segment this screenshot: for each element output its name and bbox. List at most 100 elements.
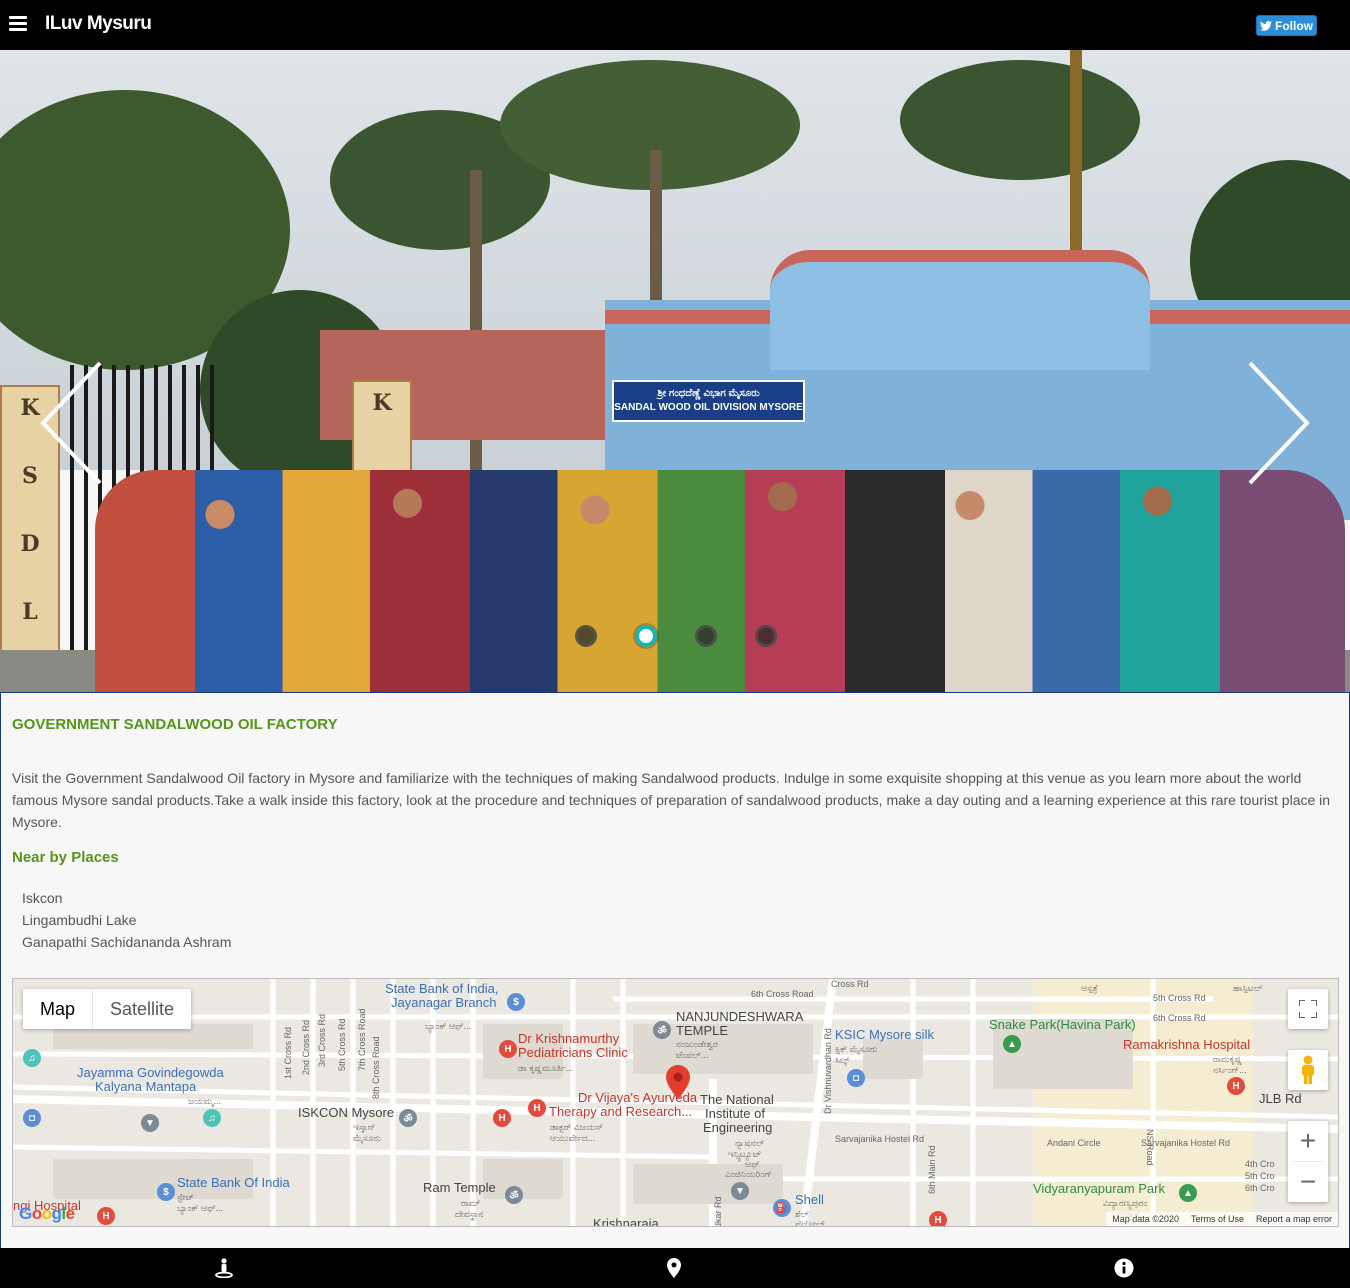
nearby-item[interactable]: Iskcon bbox=[22, 887, 231, 909]
street-view-pegman-button[interactable] bbox=[1288, 1050, 1328, 1090]
temple-icon[interactable]: ॐ bbox=[505, 1186, 523, 1204]
map-label: ಮೈಸೂರು bbox=[353, 1133, 381, 1143]
map-label[interactable]: Jayanagar Branch bbox=[391, 996, 497, 1010]
zoom-out-button[interactable]: − bbox=[1288, 1162, 1328, 1202]
temple-icon[interactable]: ॐ bbox=[653, 1021, 671, 1039]
place-title: GOVERNMENT SANDALWOOD OIL FACTORY bbox=[12, 716, 338, 733]
map-type-control: Map Satellite bbox=[23, 989, 192, 1029]
map-label[interactable]: TEMPLE bbox=[676, 1024, 728, 1038]
venue-icon[interactable]: ♫ bbox=[23, 1049, 41, 1067]
map-label: Sarvajanika Hostel Rd bbox=[835, 1134, 925, 1144]
info-circle-icon[interactable] bbox=[1112, 1256, 1136, 1280]
map-label[interactable]: ISKCON Mysore bbox=[298, 1106, 394, 1120]
map-label: 7th Cross Road bbox=[357, 1008, 367, 1071]
carousel-next-arrow-icon[interactable] bbox=[1245, 358, 1315, 488]
map-label[interactable]: Pediatricians Clinic bbox=[518, 1046, 628, 1060]
bank-icon[interactable]: $ bbox=[157, 1183, 175, 1201]
hospital-icon[interactable]: H bbox=[97, 1207, 115, 1225]
twitter-follow-button[interactable]: Follow bbox=[1256, 15, 1317, 36]
carousel-dot-3[interactable] bbox=[695, 625, 717, 647]
map-label: 6th Main Rd bbox=[927, 1145, 937, 1194]
venue-icon[interactable]: ♫ bbox=[203, 1109, 221, 1127]
carousel-dot-4[interactable] bbox=[755, 625, 777, 647]
factory-sign: ಶ್ರೀ ಗಂಧದೆಣ್ಣೆ ವಿಭಾಗ ಮೈಸೂರು SANDAL WOOD … bbox=[612, 380, 805, 422]
map-label[interactable]: The National bbox=[700, 1093, 774, 1107]
map-label[interactable]: Institute of bbox=[705, 1107, 765, 1121]
map-label[interactable]: Vidyaranyapuram Park bbox=[1033, 1182, 1165, 1196]
map-label[interactable]: State Bank of India, bbox=[385, 982, 498, 996]
nearby-item[interactable]: Ganapathi Sachidananda Ashram bbox=[22, 931, 231, 953]
map-label: ಜಯಮ್ಮ... bbox=[188, 1096, 221, 1106]
shopping-bag-icon[interactable]: ◘ bbox=[847, 1069, 865, 1087]
pegman-icon bbox=[1302, 1055, 1314, 1084]
map-label[interactable]: Engineering bbox=[703, 1121, 772, 1135]
nearby-list: Iskcon Lingambudhi Lake Ganapathi Sachid… bbox=[22, 887, 231, 953]
map-label: ಸಿಲ್ಕ್ bbox=[835, 1055, 850, 1065]
map-label: 8th Cross Road bbox=[371, 1036, 381, 1099]
bank-icon[interactable]: $ bbox=[507, 993, 525, 1011]
school-icon[interactable]: ▼ bbox=[141, 1114, 159, 1132]
map-data-credit: Map data ©2020 bbox=[1112, 1214, 1179, 1224]
carousel-indicators bbox=[575, 625, 777, 647]
park-icon[interactable]: ▲ bbox=[1179, 1184, 1197, 1202]
map-label[interactable]: State Bank Of India bbox=[177, 1176, 290, 1190]
photo-carousel[interactable]: K S D L K ಶ್ರೀ ಗಂಧದೆಣ್ಣೆ ವಿಭಾಗ ಮೈಸೂರು SA… bbox=[0, 50, 1350, 692]
location-pin-icon[interactable] bbox=[666, 1065, 690, 1099]
place-description: Visit the Government Sandalwood Oil fact… bbox=[12, 770, 1331, 830]
map-label: 5th Cross Rd bbox=[1153, 993, 1206, 1003]
map-footer: Map data ©2020 Terms of Use Report a map… bbox=[1106, 1212, 1338, 1226]
carousel-prev-arrow-icon[interactable] bbox=[35, 358, 105, 488]
person-pin-icon[interactable] bbox=[212, 1256, 236, 1280]
school-icon[interactable]: ▼ bbox=[731, 1182, 749, 1200]
map-label: 2nd Cross Rd bbox=[301, 1019, 311, 1075]
map-label[interactable]: Jayamma Govindegowda bbox=[77, 1066, 224, 1080]
top-bar: ILuv Mysuru Follow bbox=[0, 0, 1350, 50]
map-label[interactable]: Ram Temple bbox=[423, 1181, 496, 1195]
map-label: ಟೆಂಪಲ್... bbox=[676, 1050, 709, 1060]
map-terms-link[interactable]: Terms of Use bbox=[1191, 1214, 1244, 1224]
carousel-dot-2[interactable] bbox=[635, 625, 657, 647]
hospital-icon[interactable]: H bbox=[1227, 1077, 1245, 1095]
zoom-in-button[interactable]: + bbox=[1288, 1121, 1328, 1161]
map-label: ಆಸ್ಪತ್ರೆ bbox=[1081, 983, 1098, 993]
map-label: 3rd Cross Rd bbox=[317, 1013, 327, 1067]
temple-icon[interactable]: ॐ bbox=[399, 1109, 417, 1127]
map-label[interactable]: Ramakrishna Hospital bbox=[1123, 1038, 1250, 1052]
twitter-bird-icon bbox=[1260, 20, 1272, 31]
map-fullscreen-button[interactable] bbox=[1288, 989, 1328, 1029]
map-label[interactable]: Therapy and Research... bbox=[549, 1105, 692, 1119]
park-icon[interactable]: ▲ bbox=[1003, 1035, 1021, 1053]
gas-station-icon[interactable]: ⛽ bbox=[773, 1199, 791, 1217]
nearby-item[interactable]: Lingambudhi Lake bbox=[22, 909, 231, 931]
map-marker-icon[interactable] bbox=[662, 1256, 686, 1280]
map-type-satellite-button[interactable]: Satellite bbox=[93, 989, 191, 1029]
map-label: dkar Rd bbox=[713, 1196, 723, 1227]
shopping-bag-icon[interactable]: ◘ bbox=[23, 1109, 41, 1127]
hospital-icon[interactable]: H bbox=[493, 1109, 511, 1127]
map-label: Cross Rd bbox=[831, 979, 869, 989]
map-label: ಬ್ಯಾಂಕ್ ಆಫ್... bbox=[177, 1203, 224, 1213]
hamburger-menu-icon[interactable] bbox=[9, 16, 27, 32]
map-label[interactable]: Shell bbox=[795, 1193, 824, 1207]
map-label[interactable]: Kalyana Mantapa bbox=[95, 1080, 196, 1094]
google-logo[interactable]: Google bbox=[19, 1204, 75, 1224]
map-label: ಎಂಜಿನಿಯರಿಂಗ್ bbox=[725, 1169, 772, 1179]
place-details: GOVERNMENT SANDALWOOD OIL FACTORY Visit … bbox=[0, 692, 1350, 1248]
map-report-link[interactable]: Report a map error bbox=[1256, 1214, 1332, 1224]
hospital-icon[interactable]: H bbox=[528, 1099, 546, 1117]
map-label[interactable]: KSIC Mysore silk bbox=[835, 1028, 934, 1042]
map-label[interactable]: Snake Park(Havina Park) bbox=[989, 1018, 1136, 1032]
app-title[interactable]: ILuv Mysuru bbox=[45, 13, 152, 35]
hospital-icon[interactable]: H bbox=[499, 1040, 517, 1058]
map-type-map-button[interactable]: Map bbox=[23, 989, 94, 1029]
map-label[interactable]: NANJUNDESHWARA bbox=[676, 1010, 803, 1024]
map-label: ಡಾ ಕೃಷ್ಣಮೂರ್ತಿ... bbox=[518, 1063, 574, 1073]
google-map[interactable]: Map Satellite State Bank of India, Jayan… bbox=[12, 978, 1339, 1227]
map-label[interactable]: Dr Krishnamurthy bbox=[518, 1032, 619, 1046]
follow-label: Follow bbox=[1275, 18, 1313, 33]
carousel-dot-1[interactable] bbox=[575, 625, 597, 647]
map-label: 1st Cross Rd bbox=[283, 1026, 293, 1079]
hospital-icon[interactable]: H bbox=[929, 1211, 947, 1226]
map-label: 6th Cross Rd bbox=[1153, 1013, 1206, 1023]
map-label: 6th Cro bbox=[1245, 1183, 1275, 1193]
